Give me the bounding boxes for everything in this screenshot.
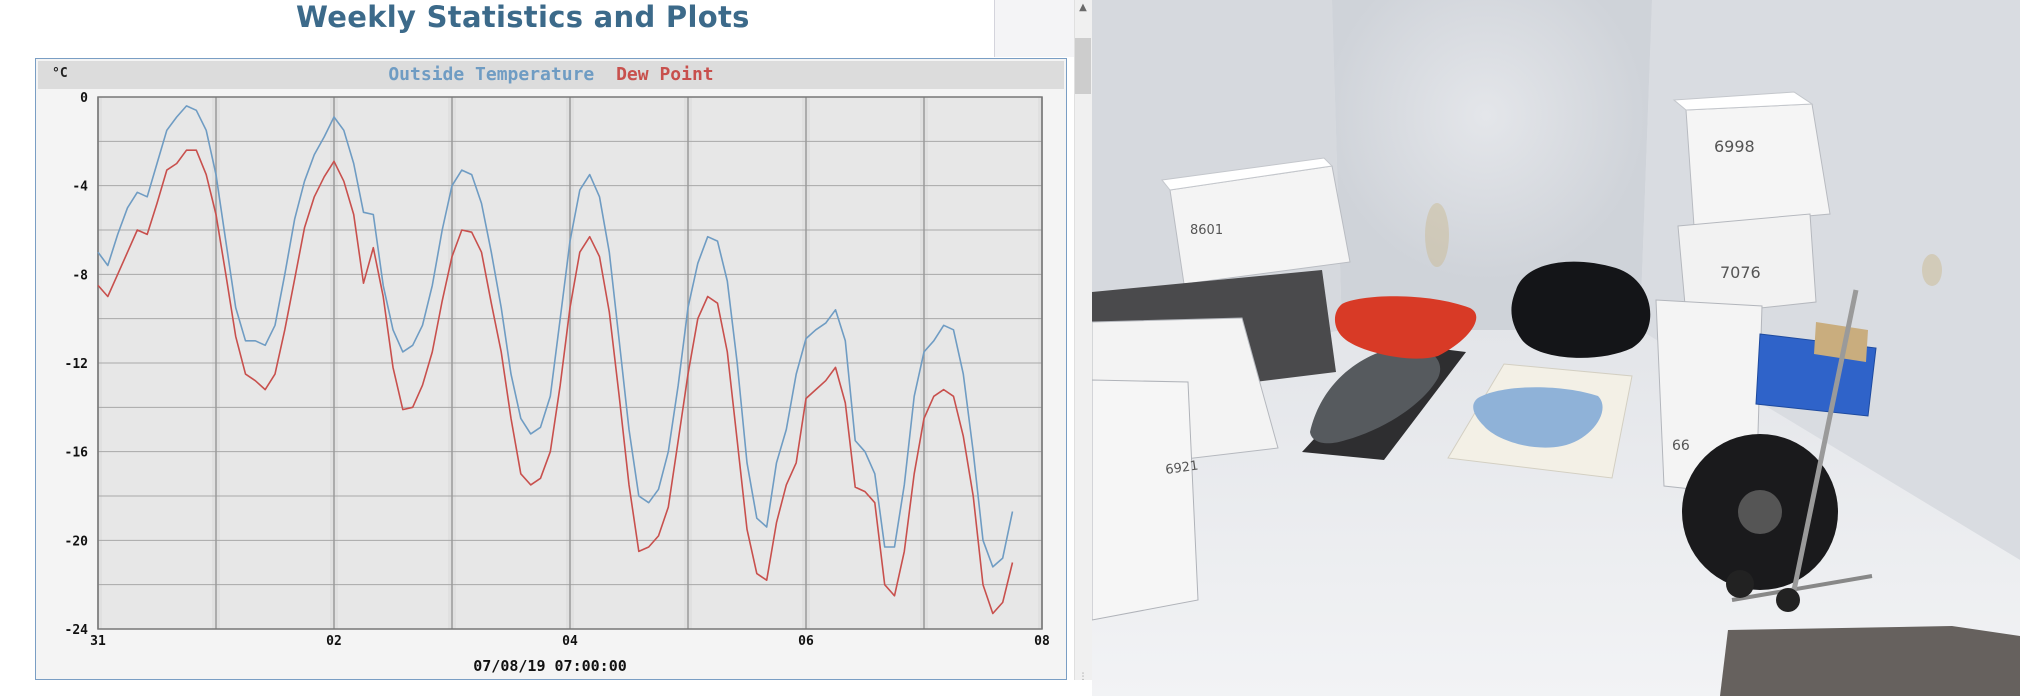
chart-title: Outside Temperature Dew Point [388, 64, 713, 85]
y-tick-label: 0 [80, 91, 88, 106]
x-tick-label: 06 [798, 634, 814, 649]
x-tick-label: 08 [1034, 634, 1050, 649]
meltwater-stain [1425, 203, 1449, 267]
x-axis-label: 07/08/19 07:00:00 [473, 657, 627, 675]
resize-grip-icon[interactable]: ⋮ [1076, 672, 1090, 682]
y-tick-label: -12 [65, 357, 88, 372]
vertical-scrollbar[interactable] [1074, 0, 1093, 680]
y-tick-label: -4 [72, 180, 88, 195]
storage-box [1685, 103, 1831, 227]
y-tick-label: -20 [65, 534, 89, 549]
box-label: 8601 [1190, 223, 1223, 238]
photo-illustration: 8601 6921 6998 7076 66 [1091, 0, 2020, 696]
snow-cave-photo: 8601 6921 6998 7076 66 [1091, 0, 2020, 696]
box-label: 7076 [1720, 263, 1761, 282]
meltwater-stain [1922, 254, 1942, 286]
unit-label: °C [52, 66, 68, 81]
box-label: 66 [1672, 438, 1690, 454]
chart-canvas: °C Outside Temperature Dew Point 0 -4 -8 -1… [38, 61, 1064, 675]
storage-box [1091, 379, 1199, 621]
y-tick-label: -8 [72, 268, 88, 283]
title-outside-temperature: Outside Temperature [388, 64, 594, 85]
title-dew-point: Dew Point [616, 64, 714, 85]
sidebar-edge [994, 0, 1075, 57]
x-tick-label: 04 [562, 634, 578, 649]
cart-wheel [1726, 570, 1754, 598]
y-tick-label: -16 [65, 446, 89, 461]
weather-report-pane: Weekly Statistics and Plots °C Outside T… [0, 0, 1093, 696]
x-tick-label: 02 [326, 634, 342, 649]
cable-reel-hub [1738, 490, 1782, 534]
x-tick-label: 31 [90, 634, 106, 649]
scroll-up-arrow-icon[interactable]: ▲ [1074, 0, 1092, 16]
weekly-temperature-chart: °C Outside Temperature Dew Point 0 -4 -8 -1… [35, 58, 1067, 680]
scrollbar-thumb[interactable] [1075, 38, 1091, 94]
box-label: 6998 [1714, 137, 1755, 156]
cart-wheel [1776, 588, 1800, 612]
page-title: Weekly Statistics and Plots [296, 0, 750, 34]
y-tick-label: -24 [65, 623, 89, 638]
black-sleeping-bag [1511, 261, 1651, 358]
wooden-table-corner [1720, 626, 2020, 696]
